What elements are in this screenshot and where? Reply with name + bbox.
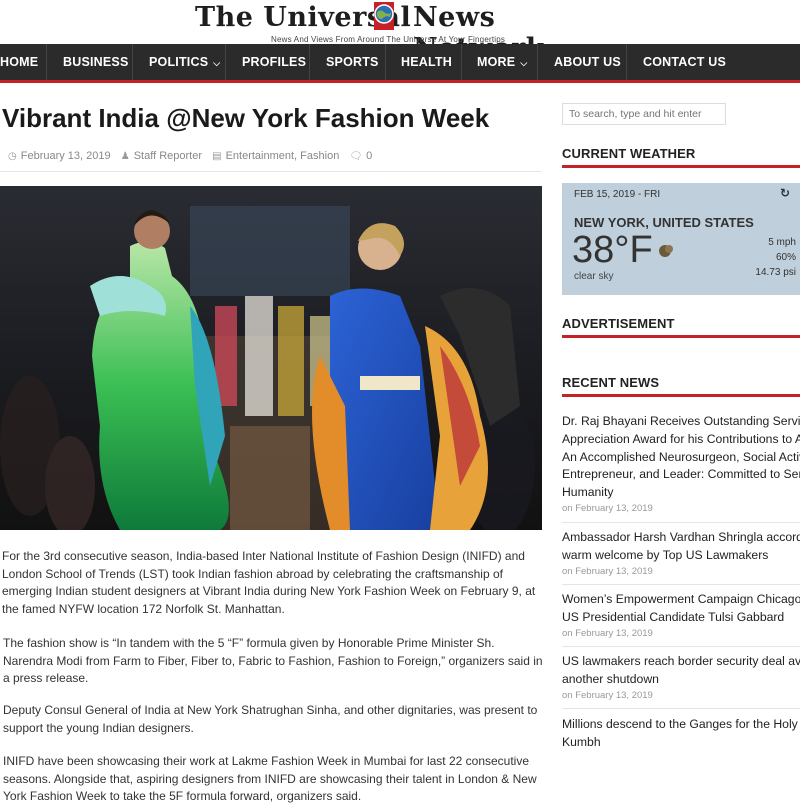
weather-temperature: 38°F — [572, 229, 653, 271]
article-author[interactable]: Staff Reporter — [134, 150, 202, 162]
weather-condition-icon — [659, 245, 673, 257]
article-paragraph: The fashion show is “In tandem with the … — [3, 636, 543, 685]
masthead: The Universal News Network News And View… — [0, 0, 800, 64]
comment-icon: 🗨 — [349, 151, 363, 162]
recent-news-title-line[interactable]: another shutdown — [562, 671, 800, 689]
list-divider — [562, 708, 800, 709]
recent-news-title-line[interactable]: Dr. Raj Bhayani Receives Outstanding Ser… — [562, 413, 800, 431]
nav-divider — [461, 44, 462, 80]
recent-news-date: on February 13, 2019 — [562, 502, 653, 514]
comment-count[interactable]: 0 — [366, 150, 372, 162]
nav-home-label: HOME — [0, 55, 39, 69]
chevron-down-icon: ⌵ — [520, 58, 528, 68]
refresh-icon[interactable]: ↻ — [780, 186, 790, 200]
list-divider — [562, 522, 800, 523]
recent-news-item[interactable]: Ambassador Harsh Vardhan Shringla accord… — [562, 529, 800, 577]
recent-news-item[interactable]: US lawmakers reach border security deal … — [562, 653, 800, 701]
nav-about-us[interactable]: ABOUT US — [554, 44, 621, 80]
weather-location: NEW YORK, UNITED STATES — [574, 215, 754, 230]
nav-divider — [132, 44, 133, 80]
nav-sports[interactable]: SPORTS — [326, 44, 379, 80]
nav-business-label: BUSINESS — [63, 55, 129, 69]
article-title: Vibrant India @New York Fashion Week — [2, 103, 490, 133]
recent-news-date: on February 13, 2019 — [562, 689, 653, 701]
meta-divider — [0, 171, 542, 172]
nav-politics[interactable]: POLITICS ⌵ — [149, 44, 220, 80]
nav-health-label: HEALTH — [401, 55, 452, 69]
recent-news-title-line[interactable]: An Accomplished Neurosurgeon, Social Act… — [562, 449, 800, 467]
weather-heading: CURRENT WEATHER — [562, 146, 696, 161]
nav-divider — [626, 44, 627, 80]
nav-home[interactable]: HOME — [0, 44, 38, 80]
chevron-down-icon: ⌵ — [213, 58, 221, 68]
recent-news-title-line[interactable]: warm welcome by Top US Lawmakers — [562, 547, 800, 565]
runway-photo — [0, 186, 542, 530]
nav-contact-label: CONTACT US — [643, 55, 727, 69]
nav-divider — [46, 44, 47, 80]
nav-profiles-label: PROFILES — [242, 55, 307, 69]
site-logo[interactable]: The Universal News Network News And View… — [195, 2, 595, 64]
folder-icon: ▤ — [212, 151, 222, 162]
recent-news-date: on February 13, 2019 — [562, 565, 653, 577]
nav-politics-label: POLITICS — [149, 55, 209, 69]
nav-divider — [309, 44, 310, 80]
nav-divider — [537, 44, 538, 80]
search-input[interactable] — [562, 103, 726, 125]
recent-news-title-line[interactable]: Ambassador Harsh Vardhan Shringla accord… — [562, 529, 800, 547]
nav-divider — [225, 44, 226, 80]
recent-news-title-line[interactable]: Women’s Empowerment Campaign Chicago H — [562, 591, 800, 609]
heading-rule — [562, 165, 800, 168]
advertisement-heading: ADVERTISEMENT — [562, 316, 675, 331]
recent-news-title-line[interactable]: Kumbh — [562, 734, 800, 752]
article-paragraph: INIFD have been showcasing their work at… — [3, 754, 537, 803]
weather-date: FEB 15, 2019 - FRI — [574, 189, 661, 200]
weather-wind: 5 mph — [768, 237, 796, 248]
main-nav: HOME BUSINESS POLITICS ⌵ PROFILES SPORTS … — [0, 44, 800, 83]
list-divider — [562, 646, 800, 647]
weather-stats: 5 mph 60% 14.73 psi — [754, 235, 796, 280]
nav-more-label: MORE — [477, 55, 516, 69]
user-icon: ♟ — [120, 151, 130, 162]
heading-rule — [562, 394, 800, 397]
article-meta: ◷ February 13, 2019 ♟ Staff Reporter ▤ Ente… — [8, 150, 376, 162]
nav-contact-us[interactable]: CONTACT US — [643, 44, 726, 80]
clock-icon: ◷ — [8, 151, 17, 162]
recent-news-title-line[interactable]: US Presidential Candidate Tulsi Gabbard — [562, 609, 800, 627]
recent-news-item[interactable]: Dr. Raj Bhayani Receives Outstanding Ser… — [562, 413, 800, 514]
recent-news-title-line[interactable]: Appreciation Award for his Contributions… — [562, 431, 800, 449]
recent-news-title-line[interactable]: Entrepreneur, and Leader: Committed to S… — [562, 466, 800, 484]
recent-news-date: on February 13, 2019 — [562, 627, 653, 639]
weather-widget: FEB 15, 2019 - FRI ↻ NEW YORK, UNITED ST… — [562, 183, 800, 295]
nav-profiles[interactable]: PROFILES — [242, 44, 306, 80]
nav-more[interactable]: MORE ⌵ — [477, 44, 527, 80]
recent-news-item[interactable]: Women’s Empowerment Campaign Chicago H U… — [562, 591, 800, 639]
recent-news-heading: RECENT NEWS — [562, 375, 660, 390]
list-divider — [562, 584, 800, 585]
nav-divider — [385, 44, 386, 80]
recent-news-title-line[interactable]: Humanity — [562, 484, 800, 502]
article-paragraph: For the 3rd consecutive season, India-ba… — [2, 549, 536, 616]
globe-icon — [374, 2, 394, 30]
nav-sports-label: SPORTS — [326, 55, 379, 69]
article-paragraph: Deputy Consul General of India at New Yo… — [3, 703, 538, 735]
heading-rule — [562, 335, 800, 338]
weather-pressure: 14.73 psi — [755, 267, 796, 278]
recent-news-title-line[interactable]: US lawmakers reach border security deal … — [562, 653, 800, 671]
article-categories[interactable]: Entertainment, Fashion — [226, 150, 340, 162]
recent-news-title-line[interactable]: Millions descend to the Ganges for the H… — [562, 716, 800, 734]
recent-news-item[interactable]: Millions descend to the Ganges for the H… — [562, 716, 800, 752]
article-date[interactable]: February 13, 2019 — [21, 150, 111, 162]
site-tagline: News And Views From Around The Universe … — [271, 35, 506, 44]
nav-business[interactable]: BUSINESS — [63, 44, 129, 80]
article-hero-image — [0, 186, 542, 530]
weather-description: clear sky — [574, 271, 614, 282]
weather-humidity: 60% — [775, 252, 796, 263]
nav-about-label: ABOUT US — [554, 55, 621, 69]
nav-health[interactable]: HEALTH — [401, 44, 452, 80]
